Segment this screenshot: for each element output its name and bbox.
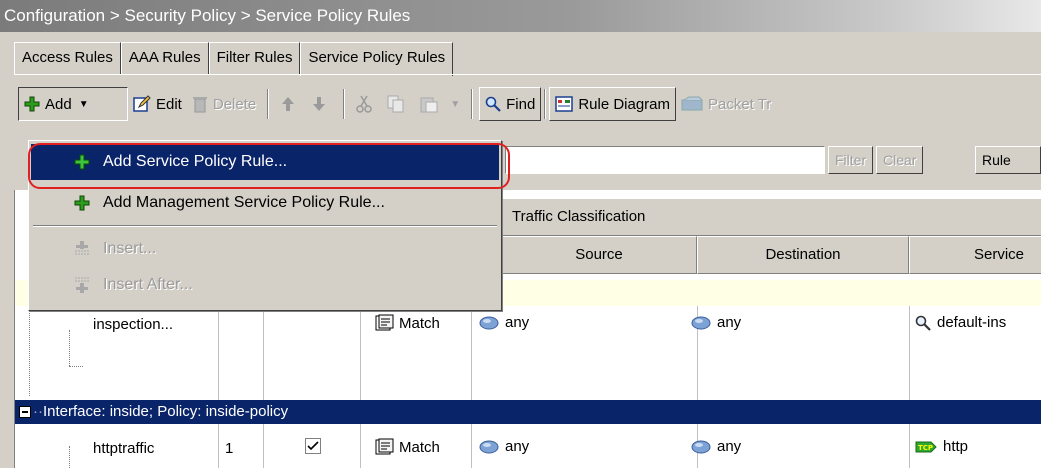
delete-button[interactable]: Delete <box>187 87 261 121</box>
menu-item-label: Insert After... <box>103 276 193 293</box>
arrow-up-icon <box>280 95 296 113</box>
rule-query-button[interactable]: Rule <box>975 146 1041 174</box>
add-button[interactable]: Add ▼ <box>18 87 128 121</box>
insert-after-icon <box>69 276 95 294</box>
edit-button-label: Edit <box>156 95 182 113</box>
tree-line <box>69 446 70 468</box>
rule-name-cell[interactable]: inspection... <box>93 316 173 333</box>
tab-aaa-rules[interactable]: AAA Rules <box>120 42 209 74</box>
service-cell: TCP http <box>915 438 968 455</box>
cut-button[interactable] <box>351 87 382 121</box>
paste-button[interactable]: ▼ <box>415 87 465 121</box>
filter-input[interactable] <box>505 146 825 174</box>
search-icon <box>915 315 931 331</box>
edit-icon <box>133 95 151 113</box>
toolbar-separator <box>471 89 474 119</box>
packet-tracer-button[interactable]: Packet Tr <box>676 87 776 121</box>
match-icon <box>375 314 395 332</box>
column-header-destination: Destination <box>697 236 909 274</box>
source-label: any <box>505 314 530 331</box>
menu-item-add-management-service-policy-rule[interactable]: Add Management Service Policy Rule... <box>31 185 499 221</box>
destination-cell: any <box>691 438 741 455</box>
diagram-icon <box>555 96 574 112</box>
rule-order-cell: 1 <box>225 440 234 457</box>
enabled-checkbox[interactable] <box>305 438 321 458</box>
source-cell: any <box>479 314 529 331</box>
network-any-icon <box>479 315 499 331</box>
packet-tracer-button-label: Packet Tr <box>708 95 772 113</box>
move-up-button[interactable] <box>275 87 306 121</box>
menu-item-insert-after[interactable]: Insert After... <box>31 267 499 303</box>
search-icon <box>485 96 501 112</box>
rule-diagram-button[interactable]: Rule Diagram <box>549 87 677 121</box>
move-down-button[interactable] <box>306 87 337 121</box>
match-icon <box>375 438 395 456</box>
interface-group-row[interactable]: ·· Interface: inside; Policy: inside-pol… <box>15 400 1041 424</box>
filter-button[interactable]: Filter <box>828 146 874 174</box>
tab-panel-border <box>14 74 1041 75</box>
destination-label: any <box>717 314 742 331</box>
insert-icon <box>69 240 95 258</box>
match-label: Match <box>399 438 440 456</box>
tab-filter-rules[interactable]: Filter Rules <box>208 42 301 74</box>
rule-diagram-button-label: Rule Diagram <box>578 95 671 113</box>
match-label: Match <box>399 314 440 332</box>
source-label: any <box>505 438 530 455</box>
menu-item-label: Add Management Service Policy Rule... <box>103 194 385 211</box>
menu-separator <box>33 225 497 227</box>
green-plus-icon <box>69 195 95 211</box>
arrow-down-icon <box>311 95 327 113</box>
paste-icon <box>420 95 438 113</box>
chevron-down-icon[interactable]: ▼ <box>79 99 89 110</box>
chevron-down-icon[interactable]: ▼ <box>450 99 460 110</box>
tab-access-rules[interactable]: Access Rules <box>14 42 121 74</box>
menu-item-label: Insert... <box>103 240 157 257</box>
delete-button-label: Delete <box>212 95 257 113</box>
network-any-icon <box>691 439 711 455</box>
service-cell: default-ins <box>915 314 1006 331</box>
tcp-icon: TCP <box>915 441 937 453</box>
tree-line <box>69 330 70 366</box>
service-label: default-ins <box>937 314 1007 331</box>
traffic-classification-header: Traffic Classification <box>501 198 1041 236</box>
interface-group-label: Interface: inside; Policy: inside-policy <box>43 403 289 420</box>
destination-label: any <box>717 438 742 455</box>
match-cell: Match <box>375 438 440 456</box>
find-button-label: Find <box>506 95 536 113</box>
breadcrumb: Configuration > Security Policy > Servic… <box>0 0 1041 32</box>
menu-item-insert[interactable]: Insert... <box>31 231 499 267</box>
tab-bar: Access Rules AAA Rules Filter Rules Serv… <box>14 42 454 76</box>
column-header-source: Source <box>501 236 697 274</box>
clear-button[interactable]: Clear <box>876 146 924 174</box>
rule-name-cell[interactable]: httptraffic <box>93 440 154 457</box>
collapse-icon[interactable] <box>19 406 31 418</box>
tree-line <box>69 366 83 367</box>
destination-cell: any <box>691 314 741 331</box>
service-label: http <box>943 438 969 455</box>
toolbar-separator <box>343 89 346 119</box>
network-any-icon <box>479 439 499 455</box>
scissors-icon <box>356 94 372 114</box>
trash-icon <box>192 95 208 113</box>
svg-text:TCP: TCP <box>918 444 933 452</box>
toolbar-separator <box>544 89 547 119</box>
copy-button[interactable] <box>382 87 415 121</box>
source-cell: any <box>479 438 529 455</box>
toolbar-separator <box>267 89 270 119</box>
edit-button[interactable]: Edit <box>128 87 187 121</box>
column-header-service: Service <box>909 236 1041 274</box>
match-cell: Match <box>375 314 440 332</box>
add-button-label: Add <box>45 95 72 113</box>
find-button[interactable]: Find <box>479 87 542 121</box>
toolbar: Add ▼ Edit Delete ▼ Find Rule Diagram Pa… <box>18 84 1041 124</box>
copy-icon <box>387 95 405 113</box>
tab-service-policy-rules[interactable]: Service Policy Rules <box>300 42 454 76</box>
network-any-icon <box>691 315 711 331</box>
green-plus-icon <box>24 96 40 112</box>
highlight-annotation <box>28 143 510 189</box>
packet-tracer-icon <box>681 96 703 112</box>
